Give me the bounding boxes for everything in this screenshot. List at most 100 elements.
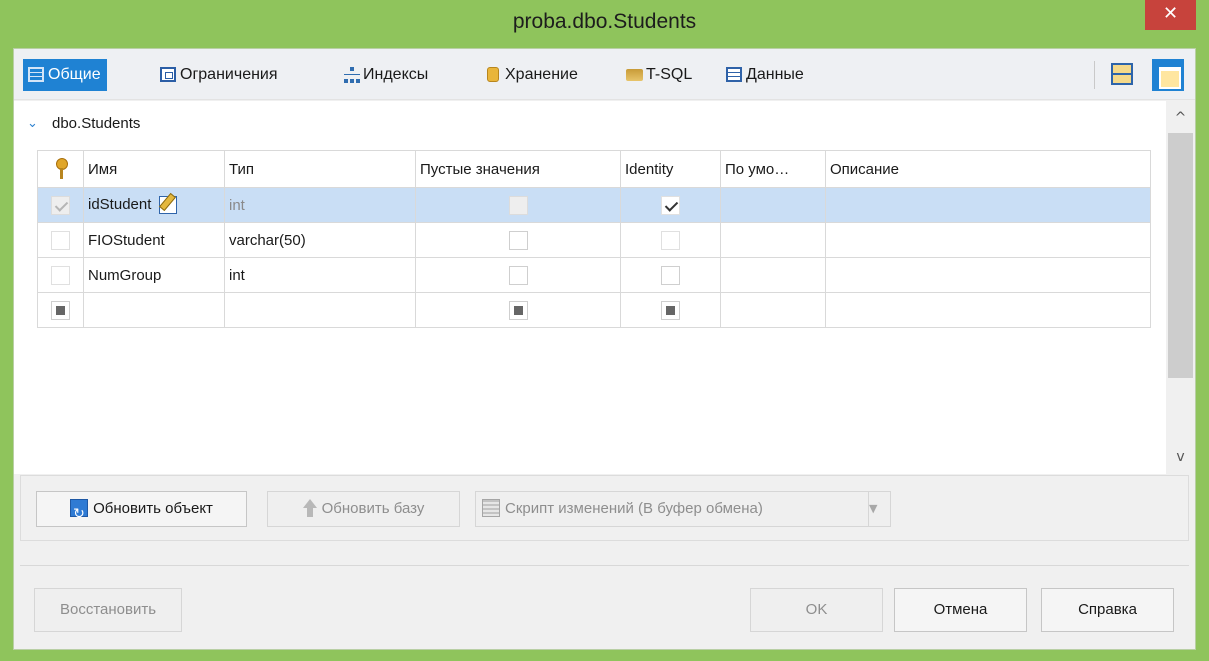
scroll-thumb[interactable] xyxy=(1168,133,1193,378)
vertical-scrollbar[interactable]: ^ v xyxy=(1166,101,1195,474)
pk-checkbox[interactable] xyxy=(51,300,70,320)
identity-cell[interactable] xyxy=(620,187,721,223)
name-cell[interactable]: FIOStudent xyxy=(83,222,225,258)
column-header-name[interactable]: Имя xyxy=(83,150,225,188)
section-header[interactable]: ⌄ dbo.Students xyxy=(24,113,140,135)
name-cell[interactable] xyxy=(83,292,225,328)
scroll-down-icon[interactable]: v xyxy=(1166,446,1195,468)
tab-tsql[interactable]: T-SQL xyxy=(621,59,692,91)
nullable-cell[interactable] xyxy=(415,187,621,223)
footer-divider xyxy=(20,565,1189,566)
tsql-icon xyxy=(626,69,643,81)
change-script-label: Скрипт изменений (В буфер обмена) xyxy=(505,500,763,517)
tab-general[interactable]: Общие xyxy=(23,59,107,91)
arrow-up-icon xyxy=(302,499,317,518)
tab-indexes-label: Индексы xyxy=(363,66,429,83)
storage-icon xyxy=(487,67,499,82)
tab-constraints-label: Ограничения xyxy=(180,66,278,83)
table-row[interactable]: idStudent int xyxy=(37,187,1151,223)
tab-storage[interactable]: Хранение xyxy=(480,59,578,91)
identity-checkbox[interactable] xyxy=(661,265,680,285)
toolbar-separator xyxy=(1094,61,1095,89)
table-icon xyxy=(28,67,44,82)
restore-label: Восстановить xyxy=(59,601,157,618)
pk-cell[interactable] xyxy=(37,292,84,328)
nullable-cell[interactable] xyxy=(415,257,621,293)
type-cell[interactable]: int xyxy=(224,257,416,293)
close-button[interactable]: ✕ xyxy=(1145,0,1196,30)
column-header-type[interactable]: Тип xyxy=(224,150,416,188)
tab-data-label: Данные xyxy=(746,66,804,83)
type-cell[interactable] xyxy=(224,292,416,328)
pk-checkbox[interactable] xyxy=(51,195,70,215)
nullable-cell[interactable] xyxy=(415,222,621,258)
column-header-nullable[interactable]: Пустые значения xyxy=(415,150,621,188)
default-cell[interactable] xyxy=(720,292,826,328)
table-row[interactable]: NumGroup int xyxy=(37,257,1151,293)
column-header-identity[interactable]: Identity xyxy=(620,150,721,188)
identity-cell[interactable] xyxy=(620,292,721,328)
help-button[interactable]: Справка xyxy=(1041,588,1174,632)
default-cell[interactable] xyxy=(720,257,826,293)
identity-checkbox[interactable] xyxy=(661,300,680,320)
default-cell[interactable] xyxy=(720,187,826,223)
chevron-down-icon: ⌄ xyxy=(27,116,38,131)
data-grid-icon xyxy=(726,67,742,82)
dialog-client-area: Общие Ограничения Индексы Хранение T-SQL… xyxy=(13,48,1196,650)
name-cell[interactable]: NumGroup xyxy=(83,257,225,293)
nullable-checkbox[interactable] xyxy=(508,230,528,250)
pk-checkbox[interactable] xyxy=(51,265,70,285)
description-cell[interactable] xyxy=(825,187,1151,223)
ok-button[interactable]: OK xyxy=(750,588,883,632)
new-row[interactable] xyxy=(37,292,1151,328)
nullable-cell[interactable] xyxy=(415,292,621,328)
nullable-checkbox[interactable] xyxy=(508,300,528,320)
update-db-button[interactable]: Обновить базу xyxy=(267,491,460,527)
refresh-object-button[interactable]: Обновить объект xyxy=(36,491,247,531)
grid-header-row: Имя Тип Пустые значения Identity По умо…… xyxy=(37,150,1151,188)
pk-cell[interactable] xyxy=(37,187,84,223)
dropdown-arrow-icon[interactable]: ▼ xyxy=(868,492,890,526)
nullable-checkbox[interactable] xyxy=(508,265,528,285)
pk-checkbox[interactable] xyxy=(51,230,70,250)
description-cell[interactable] xyxy=(825,222,1151,258)
refresh-object-label: Обновить объект xyxy=(93,500,213,517)
constraints-icon xyxy=(160,67,176,82)
name-cell[interactable]: idStudent xyxy=(83,187,225,223)
identity-checkbox[interactable] xyxy=(661,230,680,250)
identity-checkbox[interactable] xyxy=(661,195,680,215)
identity-cell[interactable] xyxy=(620,257,721,293)
type-cell[interactable]: varchar(50) xyxy=(224,222,416,258)
full-view-icon[interactable] xyxy=(1152,59,1184,91)
scroll-up-icon[interactable]: ^ xyxy=(1166,107,1195,129)
column-header-description[interactable]: Описание xyxy=(825,150,1151,188)
default-cell[interactable] xyxy=(720,222,826,258)
update-db-label: Обновить базу xyxy=(321,500,425,517)
table-row[interactable]: FIOStudent varchar(50) xyxy=(37,222,1151,258)
description-cell[interactable] xyxy=(825,257,1151,293)
edit-icon[interactable] xyxy=(159,196,178,215)
nullable-checkbox[interactable] xyxy=(508,195,528,215)
title-bar: proba.dbo.Students xyxy=(0,0,1209,46)
change-script-button[interactable]: Скрипт изменений (В буфер обмена) ▼ xyxy=(475,491,891,527)
pk-cell[interactable] xyxy=(37,257,84,293)
tab-tsql-label: T-SQL xyxy=(646,66,693,83)
section-title: dbo.Students xyxy=(52,115,141,132)
column-header-default[interactable]: По умо… xyxy=(720,150,826,188)
description-cell[interactable] xyxy=(825,292,1151,328)
script-icon xyxy=(482,499,500,518)
tab-storage-label: Хранение xyxy=(505,66,578,83)
restore-button[interactable]: Восстановить xyxy=(34,588,182,632)
cancel-button[interactable]: Отмена xyxy=(894,588,1027,632)
tab-toolbar: Общие Ограничения Индексы Хранение T-SQL… xyxy=(14,49,1195,100)
column-name: idStudent xyxy=(88,195,152,213)
tab-data[interactable]: Данные xyxy=(721,59,804,91)
type-cell[interactable]: int xyxy=(224,187,416,223)
tab-constraints[interactable]: Ограничения xyxy=(155,59,278,91)
identity-cell[interactable] xyxy=(620,222,721,258)
tab-indexes[interactable]: Индексы xyxy=(338,59,428,91)
split-view-icon[interactable] xyxy=(1111,63,1133,85)
pk-cell[interactable] xyxy=(37,222,84,258)
window-title: proba.dbo.Students xyxy=(512,10,697,33)
pk-column-header[interactable] xyxy=(37,150,84,188)
